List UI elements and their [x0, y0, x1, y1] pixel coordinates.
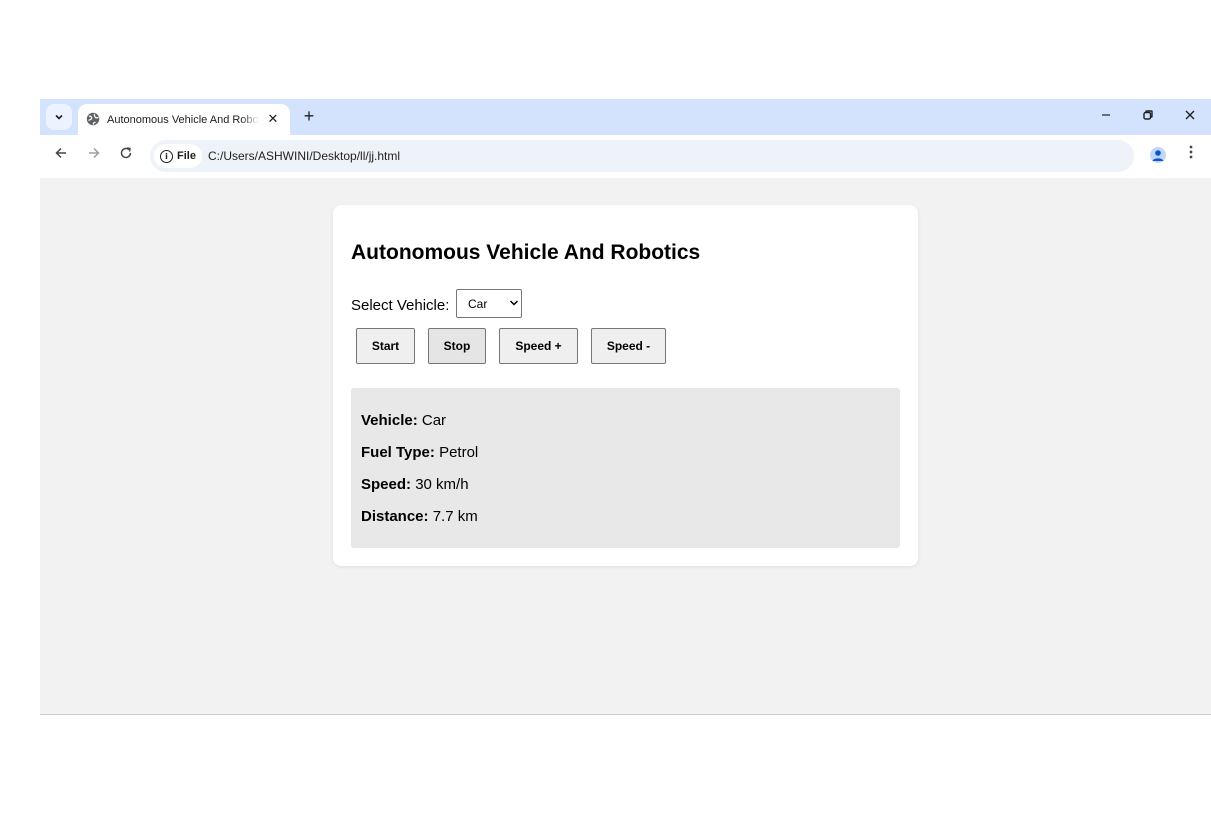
page-title: Autonomous Vehicle And Robotics — [351, 241, 701, 264]
vehicle-value: Car — [421, 412, 447, 429]
forward-icon[interactable] — [84, 146, 104, 166]
plus-icon[interactable]: + — [298, 105, 320, 127]
kebab-menu-icon[interactable] — [1186, 145, 1196, 165]
start-button[interactable]: Start — [356, 328, 415, 364]
browser-toolbar: i File C:/Users/ASHWINI/Desktop/ll/jj.ht… — [40, 135, 1211, 178]
tab-active[interactable]: Autonomous Vehicle And Robotics ✕ — [78, 104, 290, 135]
vehicle-label: Vehicle: — [361, 412, 418, 429]
address-bar[interactable]: i File C:/Users/ASHWINI/Desktop/ll/jj.ht… — [150, 140, 1134, 172]
fuel-info-line: Fuel Type: Petrol — [361, 444, 478, 461]
back-icon[interactable] — [51, 146, 71, 166]
distance-label: Distance: — [361, 508, 429, 525]
browser-window: Autonomous Vehicle And Robotics ✕ + i Fi… — [40, 99, 1211, 715]
vehicle-select-value: Car — [468, 297, 488, 311]
stop-button[interactable]: Stop — [428, 328, 486, 364]
profile-icon[interactable] — [1150, 147, 1166, 163]
tab-title: Autonomous Vehicle And Robotics — [107, 112, 259, 128]
vehicle-select[interactable]: Car — [456, 289, 522, 318]
globe-icon — [86, 112, 100, 126]
chevron-down-icon — [509, 300, 519, 306]
vehicle-card: Autonomous Vehicle And Robotics Select V… — [333, 205, 918, 566]
distance-value: 7.7 km — [432, 508, 478, 525]
info-icon: i — [160, 149, 173, 163]
vehicle-info-panel: Vehicle: Car Fuel Type: Petrol Speed: 30… — [351, 388, 900, 548]
url-text[interactable]: C:/Users/ASHWINI/Desktop/ll/jj.html — [208, 148, 400, 164]
select-vehicle-label: Select Vehicle: — [351, 297, 450, 314]
speed-up-button[interactable]: Speed + — [499, 328, 578, 364]
minimize-icon[interactable] — [1093, 105, 1119, 127]
speed-label: Speed: — [361, 476, 412, 493]
tab-strip: Autonomous Vehicle And Robotics ✕ + — [40, 99, 1211, 135]
site-info-chip[interactable]: i File — [154, 144, 202, 168]
speed-info-line: Speed: 30 km/h — [361, 476, 469, 493]
tab-search-icon[interactable] — [46, 104, 72, 130]
distance-info-line: Distance: 7.7 km — [361, 508, 478, 525]
speed-down-button[interactable]: Speed - — [591, 328, 666, 364]
fuel-value: Petrol — [439, 444, 479, 461]
site-label: File — [177, 150, 196, 162]
restore-icon[interactable] — [1135, 105, 1161, 127]
reload-icon[interactable] — [116, 146, 136, 166]
vehicle-info-line: Vehicle: Car — [361, 412, 446, 429]
window-close-icon[interactable] — [1177, 105, 1203, 127]
fuel-label: Fuel Type: — [361, 444, 435, 461]
close-icon[interactable]: ✕ — [265, 111, 281, 127]
speed-value: 30 km/h — [415, 476, 469, 493]
